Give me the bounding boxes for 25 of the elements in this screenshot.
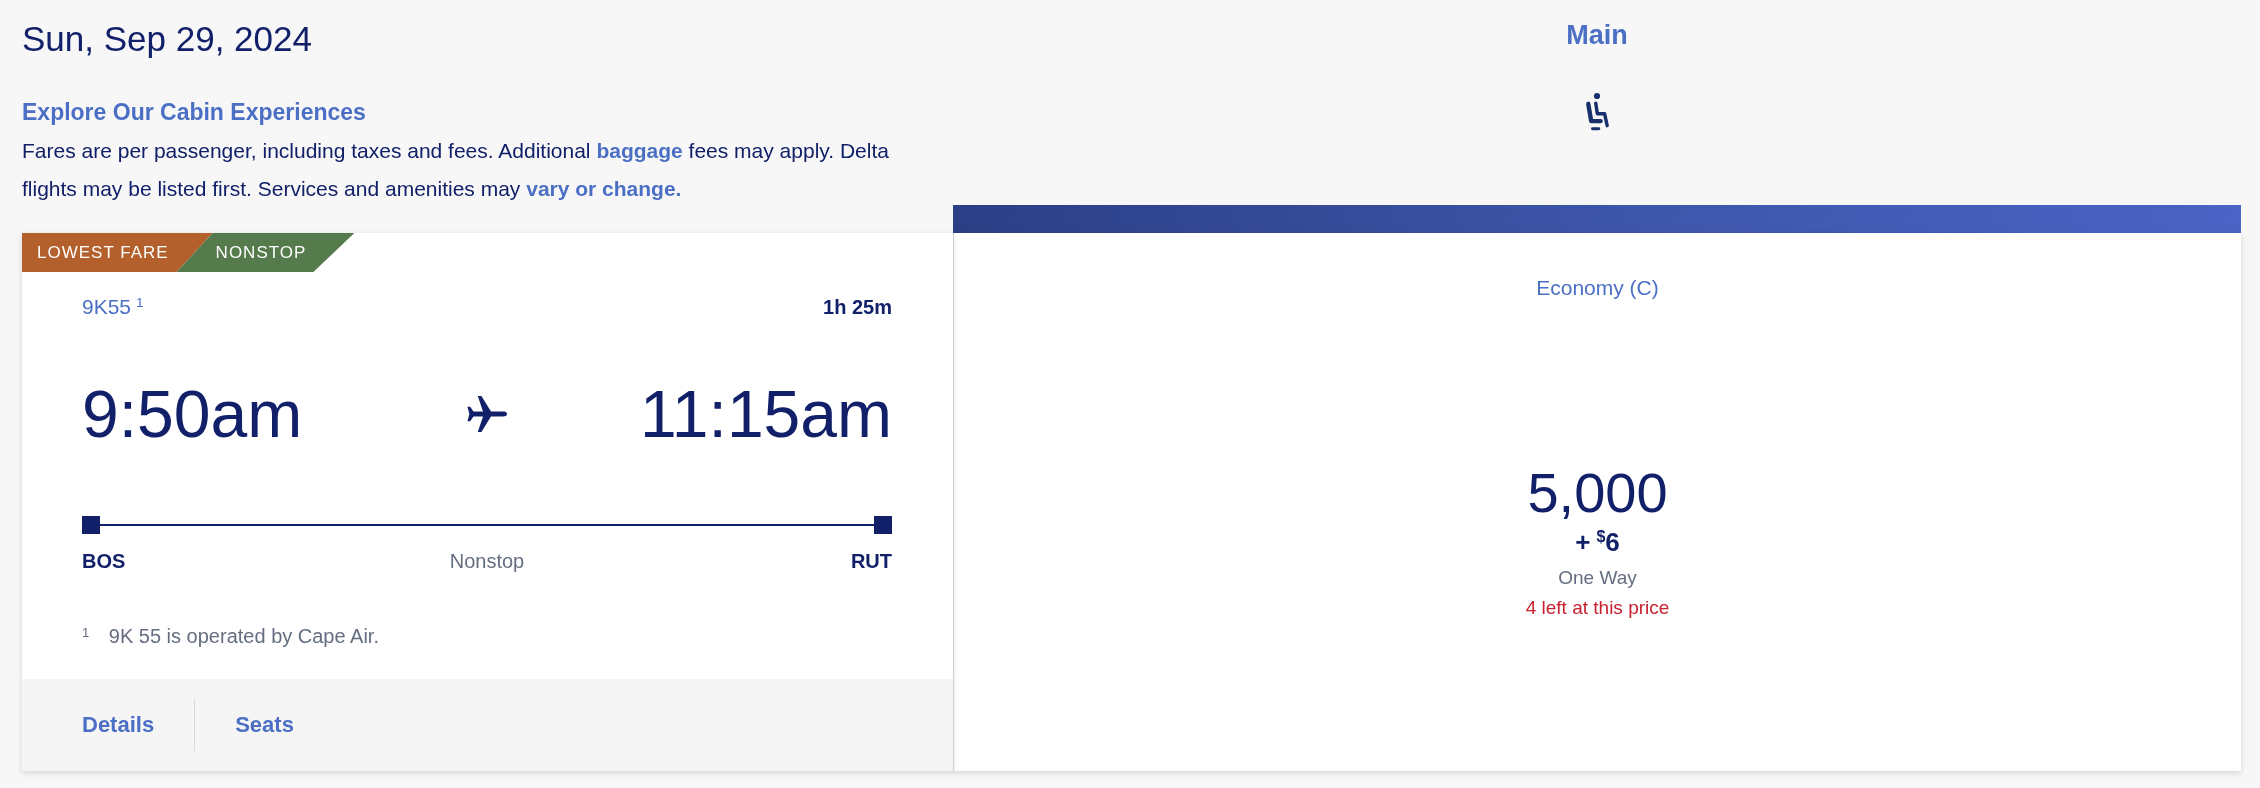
arrival-time: 11:15am	[640, 378, 892, 450]
inline-link[interactable]: baggage	[596, 139, 683, 162]
operator-footnote: $^{1}$ 9K 55 is operated by Cape Air.	[82, 623, 380, 649]
flight-number-link[interactable]: 9K55$^{1}$	[82, 294, 144, 320]
airplane-icon	[467, 394, 507, 434]
seats-left-notice: 4 left at this price	[1525, 596, 1670, 620]
footer-link[interactable]: Details	[82, 711, 155, 739]
square-marker-icon	[874, 516, 892, 534]
cabin-class-label: Economy (C)	[1536, 275, 1659, 301]
square-marker-icon	[82, 516, 100, 534]
cabin-experiences-heading: Explore Our Cabin Experiences	[22, 98, 367, 127]
inline-link[interactable]: vary or change.	[526, 177, 682, 200]
miles-price: 5,000	[1527, 464, 1668, 522]
fare-info-text: Fares are per passenger, including taxes and fees. Additional baggage fees may apply. Delta flights may be listed first. Services and amenities may vary or change.	[22, 138, 890, 202]
flight-date: Sun, Sep 29, 2024	[22, 18, 313, 60]
fare-tag: LOWEST FARE	[22, 233, 213, 272]
footer-link[interactable]: Seats	[235, 711, 294, 739]
cabin-title: Main	[1566, 19, 1628, 52]
stops-label: Nonstop	[449, 549, 525, 574]
departure-time: 9:50am	[82, 378, 303, 450]
trip-type-label: One Way	[1558, 566, 1637, 590]
destination-airport: RUT	[850, 549, 892, 574]
origin-airport: BOS	[82, 549, 126, 574]
flight-duration: 1h 25m	[823, 295, 892, 320]
fare-fee: + $^{$}$6	[1575, 526, 1620, 558]
